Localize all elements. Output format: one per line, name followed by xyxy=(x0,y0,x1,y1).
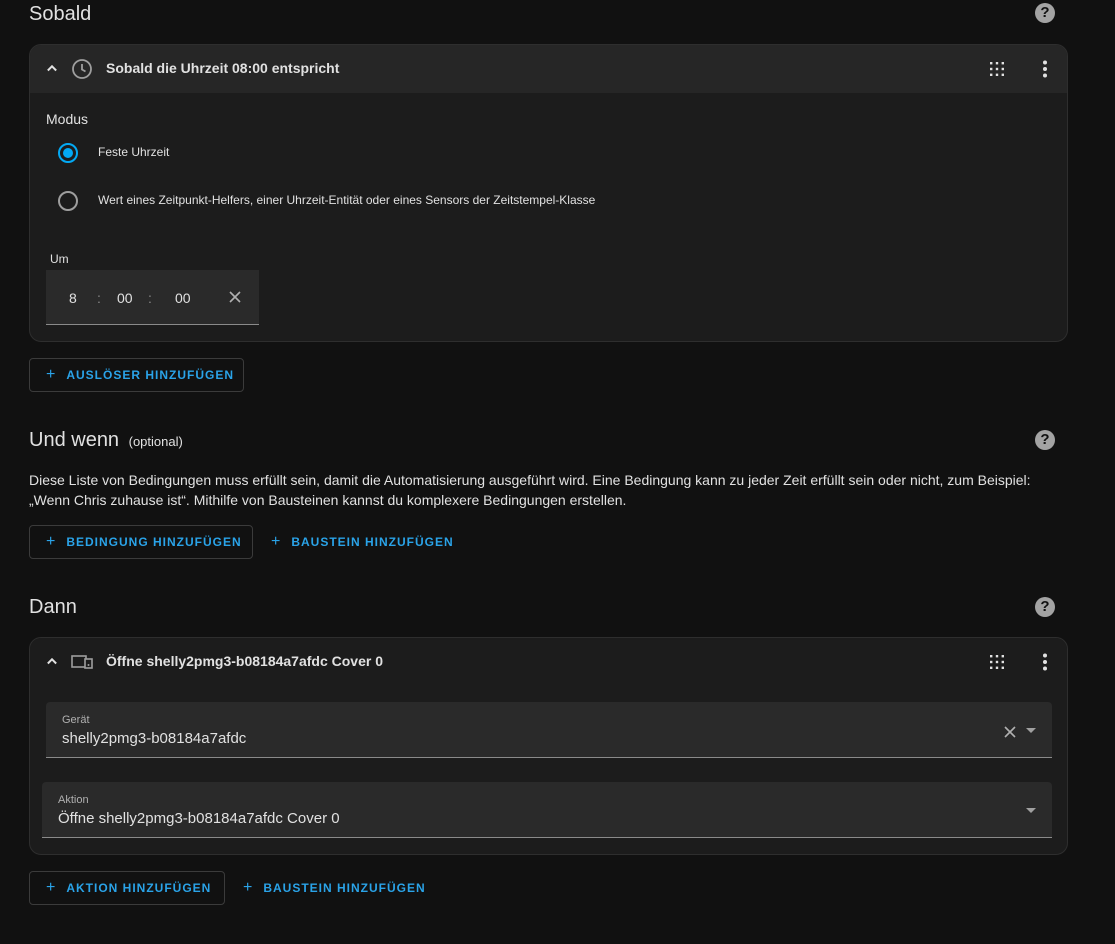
help-icon[interactable]: ? xyxy=(1035,3,1055,23)
plus-icon: + xyxy=(46,366,57,383)
add-block-label: BAUSTEIN HINZUFÜGEN xyxy=(291,535,454,549)
hours-input[interactable]: 8 xyxy=(69,290,77,306)
condition-title-text: Und wenn xyxy=(29,429,120,451)
add-trigger-label: AUSLÖSER HINZUFÜGEN xyxy=(66,368,235,382)
more-vert-icon[interactable] xyxy=(1035,59,1055,79)
close-icon[interactable] xyxy=(1002,724,1018,740)
dropdown-arrow-icon[interactable] xyxy=(1026,728,1036,733)
chevron-up-icon[interactable] xyxy=(42,651,62,671)
time-input[interactable]: 8 : 00 : 00 xyxy=(46,270,259,325)
action-value: Öffne shelly2pmg3-b08184a7afdc Cover 0 xyxy=(58,810,340,827)
action-card: Öffne shelly2pmg3-b08184a7afdc Cover 0 G… xyxy=(29,637,1068,855)
add-condition-label: BEDINGUNG HINZUFÜGEN xyxy=(66,535,242,549)
radio-button-checked[interactable] xyxy=(58,143,78,163)
time-separator: : xyxy=(97,290,101,306)
action-card-header[interactable]: Öffne shelly2pmg3-b08184a7afdc Cover 0 xyxy=(30,638,1067,686)
drag-handle-icon[interactable] xyxy=(987,59,1007,79)
add-block-label: BAUSTEIN HINZUFÜGEN xyxy=(263,881,426,895)
action-select[interactable]: Aktion Öffne shelly2pmg3-b08184a7afdc Co… xyxy=(42,782,1052,838)
chevron-up-icon[interactable] xyxy=(42,58,62,78)
clock-icon xyxy=(72,59,92,79)
automation-editor: Sobald ? Sobald die Uhrzeit 08:00 entspr… xyxy=(0,0,1115,944)
action-card-title: Öffne shelly2pmg3-b08184a7afdc Cover 0 xyxy=(106,653,384,669)
trigger-card-header[interactable]: Sobald die Uhrzeit 08:00 entspricht xyxy=(30,45,1067,93)
minutes-input[interactable]: 00 xyxy=(117,290,133,306)
radio-label: Wert eines Zeitpunkt-Helfers, einer Uhrz… xyxy=(98,193,596,207)
plus-icon: + xyxy=(46,879,57,896)
device-label: Gerät xyxy=(62,714,90,726)
add-action-label: AKTION HINZUFÜGEN xyxy=(66,881,212,895)
radio-label: Feste Uhrzeit xyxy=(98,145,170,159)
plus-icon: + xyxy=(243,879,254,896)
help-icon[interactable]: ? xyxy=(1035,597,1055,617)
section-title-trigger: Sobald xyxy=(29,3,92,25)
mode-label: Modus xyxy=(46,111,89,127)
trigger-card: Sobald die Uhrzeit 08:00 entspricht Modu… xyxy=(29,44,1068,342)
section-title-condition: Und wenn (optional) xyxy=(29,429,183,452)
add-condition-block-button[interactable]: + BAUSTEIN HINZUFÜGEN xyxy=(254,525,464,559)
dropdown-arrow-icon[interactable] xyxy=(1026,808,1036,813)
radio-button[interactable] xyxy=(58,191,78,211)
action-label: Aktion xyxy=(58,794,89,806)
plus-icon: + xyxy=(46,533,57,550)
section-title-action: Dann xyxy=(29,596,77,618)
time-label: Um xyxy=(50,252,69,266)
plus-icon: + xyxy=(271,533,282,550)
seconds-input[interactable]: 00 xyxy=(175,290,191,306)
optional-label: (optional) xyxy=(128,434,183,449)
device-icon xyxy=(71,655,93,669)
add-trigger-button[interactable]: + AUSLÖSER HINZUFÜGEN xyxy=(29,358,244,392)
device-select[interactable]: Gerät shelly2pmg3-b08184a7afdc xyxy=(46,702,1052,758)
more-vert-icon[interactable] xyxy=(1035,652,1055,672)
help-icon[interactable]: ? xyxy=(1035,430,1055,450)
drag-handle-icon[interactable] xyxy=(987,652,1007,672)
time-separator: : xyxy=(148,290,152,306)
condition-description: Diese Liste von Bedingungen muss erfüllt… xyxy=(29,472,1031,508)
add-condition-button[interactable]: + BEDINGUNG HINZUFÜGEN xyxy=(29,525,253,559)
add-action-button[interactable]: + AKTION HINZUFÜGEN xyxy=(29,871,225,905)
device-value: shelly2pmg3-b08184a7afdc xyxy=(62,730,247,747)
close-icon[interactable] xyxy=(227,289,243,305)
add-action-block-button[interactable]: + BAUSTEIN HINZUFÜGEN xyxy=(226,871,436,905)
trigger-card-title: Sobald die Uhrzeit 08:00 entspricht xyxy=(106,60,340,76)
